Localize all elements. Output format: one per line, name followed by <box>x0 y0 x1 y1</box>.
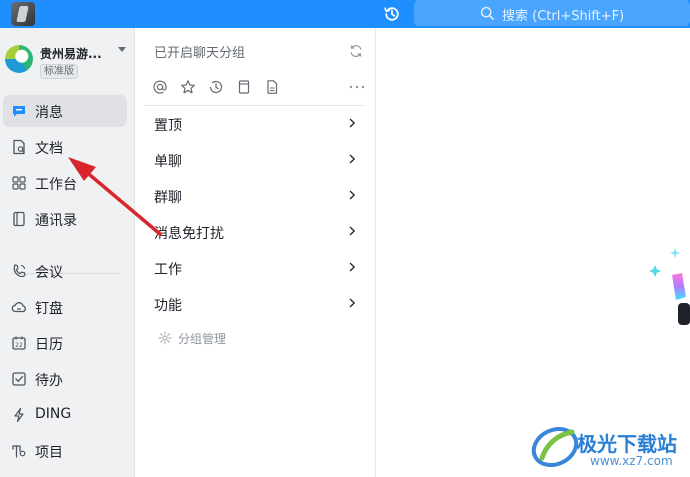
sidebar-item-messages[interactable]: 消息 <box>3 95 127 127</box>
file-icon[interactable] <box>264 79 280 95</box>
group-row-pinned[interactable]: 置顶 <box>144 106 366 142</box>
watermark-url: www.xz7.com <box>590 454 673 468</box>
chat-group-panel: 已开启聊天分组 置顶 单聊 群聊 消息免打扰 工作 功能 分组管理 <box>136 28 376 477</box>
group-row-single-chat[interactable]: 单聊 <box>144 142 366 178</box>
sidebar-item-projects[interactable]: 项目 <box>3 435 127 467</box>
sidebar-item-label: 消息 <box>35 105 63 121</box>
bookmark-icon[interactable] <box>236 79 252 95</box>
group-row-work[interactable]: 工作 <box>144 250 366 286</box>
panel-title: 已开启聊天分组 <box>154 46 246 61</box>
group-label: 工作 <box>154 262 182 278</box>
sidebar-item-label: 文档 <box>35 141 63 157</box>
app-avatar-icon[interactable] <box>11 2 35 26</box>
chevron-down-icon[interactable] <box>118 47 126 52</box>
group-row-group-chat[interactable]: 群聊 <box>144 178 366 214</box>
svg-text:22: 22 <box>15 342 23 349</box>
sidebar: 贵州易游... 标准版 消息 文档 工作台 通讯录 会议 钉盘 22 日历 待办… <box>0 28 135 477</box>
star-icon[interactable] <box>180 79 196 95</box>
empty-state-illustration <box>649 248 690 325</box>
gear-icon <box>158 331 172 345</box>
chevron-right-icon <box>349 154 356 164</box>
edition-badge: 标准版 <box>40 64 78 79</box>
group-label: 单聊 <box>154 154 182 170</box>
clock-icon[interactable] <box>208 79 224 95</box>
sidebar-item-label: 通讯录 <box>35 213 77 229</box>
group-label: 置顶 <box>154 118 182 134</box>
sidebar-item-cloud-drive[interactable]: 钉盘 <box>3 291 127 323</box>
group-row-muted[interactable]: 消息免打扰 <box>144 214 366 250</box>
organization-name[interactable]: 贵州易游... <box>40 45 102 62</box>
sidebar-item-label: 工作台 <box>35 177 77 193</box>
history-clock-icon[interactable] <box>383 5 401 23</box>
sidebar-item-label: DING <box>35 406 72 422</box>
message-icon <box>13 106 25 117</box>
chevron-right-icon <box>349 262 356 272</box>
organization-logo-icon[interactable] <box>5 45 33 73</box>
sidebar-item-workbench[interactable]: 工作台 <box>3 167 127 199</box>
group-manage-label: 分组管理 <box>178 332 227 346</box>
sidebar-item-label: 待办 <box>35 373 63 389</box>
chevron-right-icon <box>349 298 356 308</box>
chevron-right-icon <box>349 190 356 200</box>
document-icon <box>13 139 25 155</box>
watermark-text: 极光下载站 <box>577 432 677 456</box>
group-label: 功能 <box>154 298 182 314</box>
calendar-icon: 22 <box>12 336 26 350</box>
search-placeholder: 搜索 (Ctrl+Shift+F) <box>502 9 625 24</box>
chevron-right-icon <box>349 118 356 128</box>
sidebar-item-todo[interactable]: 待办 <box>3 363 127 395</box>
refresh-icon[interactable] <box>348 43 364 59</box>
sidebar-item-label: 项目 <box>35 445 63 461</box>
contacts-icon <box>13 211 25 227</box>
phone-meeting-icon <box>13 264 26 278</box>
more-options-icon[interactable] <box>348 79 366 95</box>
project-icon <box>12 445 26 458</box>
group-label: 群聊 <box>154 190 182 206</box>
sidebar-item-calendar[interactable]: 22 日历 <box>3 327 127 359</box>
group-label: 消息免打扰 <box>154 226 224 242</box>
todo-check-icon <box>12 372 26 386</box>
group-row-functions[interactable]: 功能 <box>144 286 366 322</box>
at-icon[interactable] <box>152 79 168 95</box>
sidebar-item-label: 会议 <box>35 265 63 281</box>
sidebar-item-ding[interactable]: DING <box>3 399 127 431</box>
search-icon <box>480 6 494 20</box>
cloud-drive-icon <box>11 302 26 313</box>
sidebar-item-label: 日历 <box>35 337 63 353</box>
chevron-right-icon <box>349 226 356 236</box>
sidebar-item-documents[interactable]: 文档 <box>3 131 127 163</box>
sidebar-item-meetings[interactable]: 会议 <box>3 255 127 287</box>
sidebar-item-label: 钉盘 <box>35 301 63 317</box>
workbench-grid-icon <box>12 176 26 190</box>
sidebar-item-contacts[interactable]: 通讯录 <box>3 203 127 235</box>
lightning-icon <box>14 407 24 423</box>
